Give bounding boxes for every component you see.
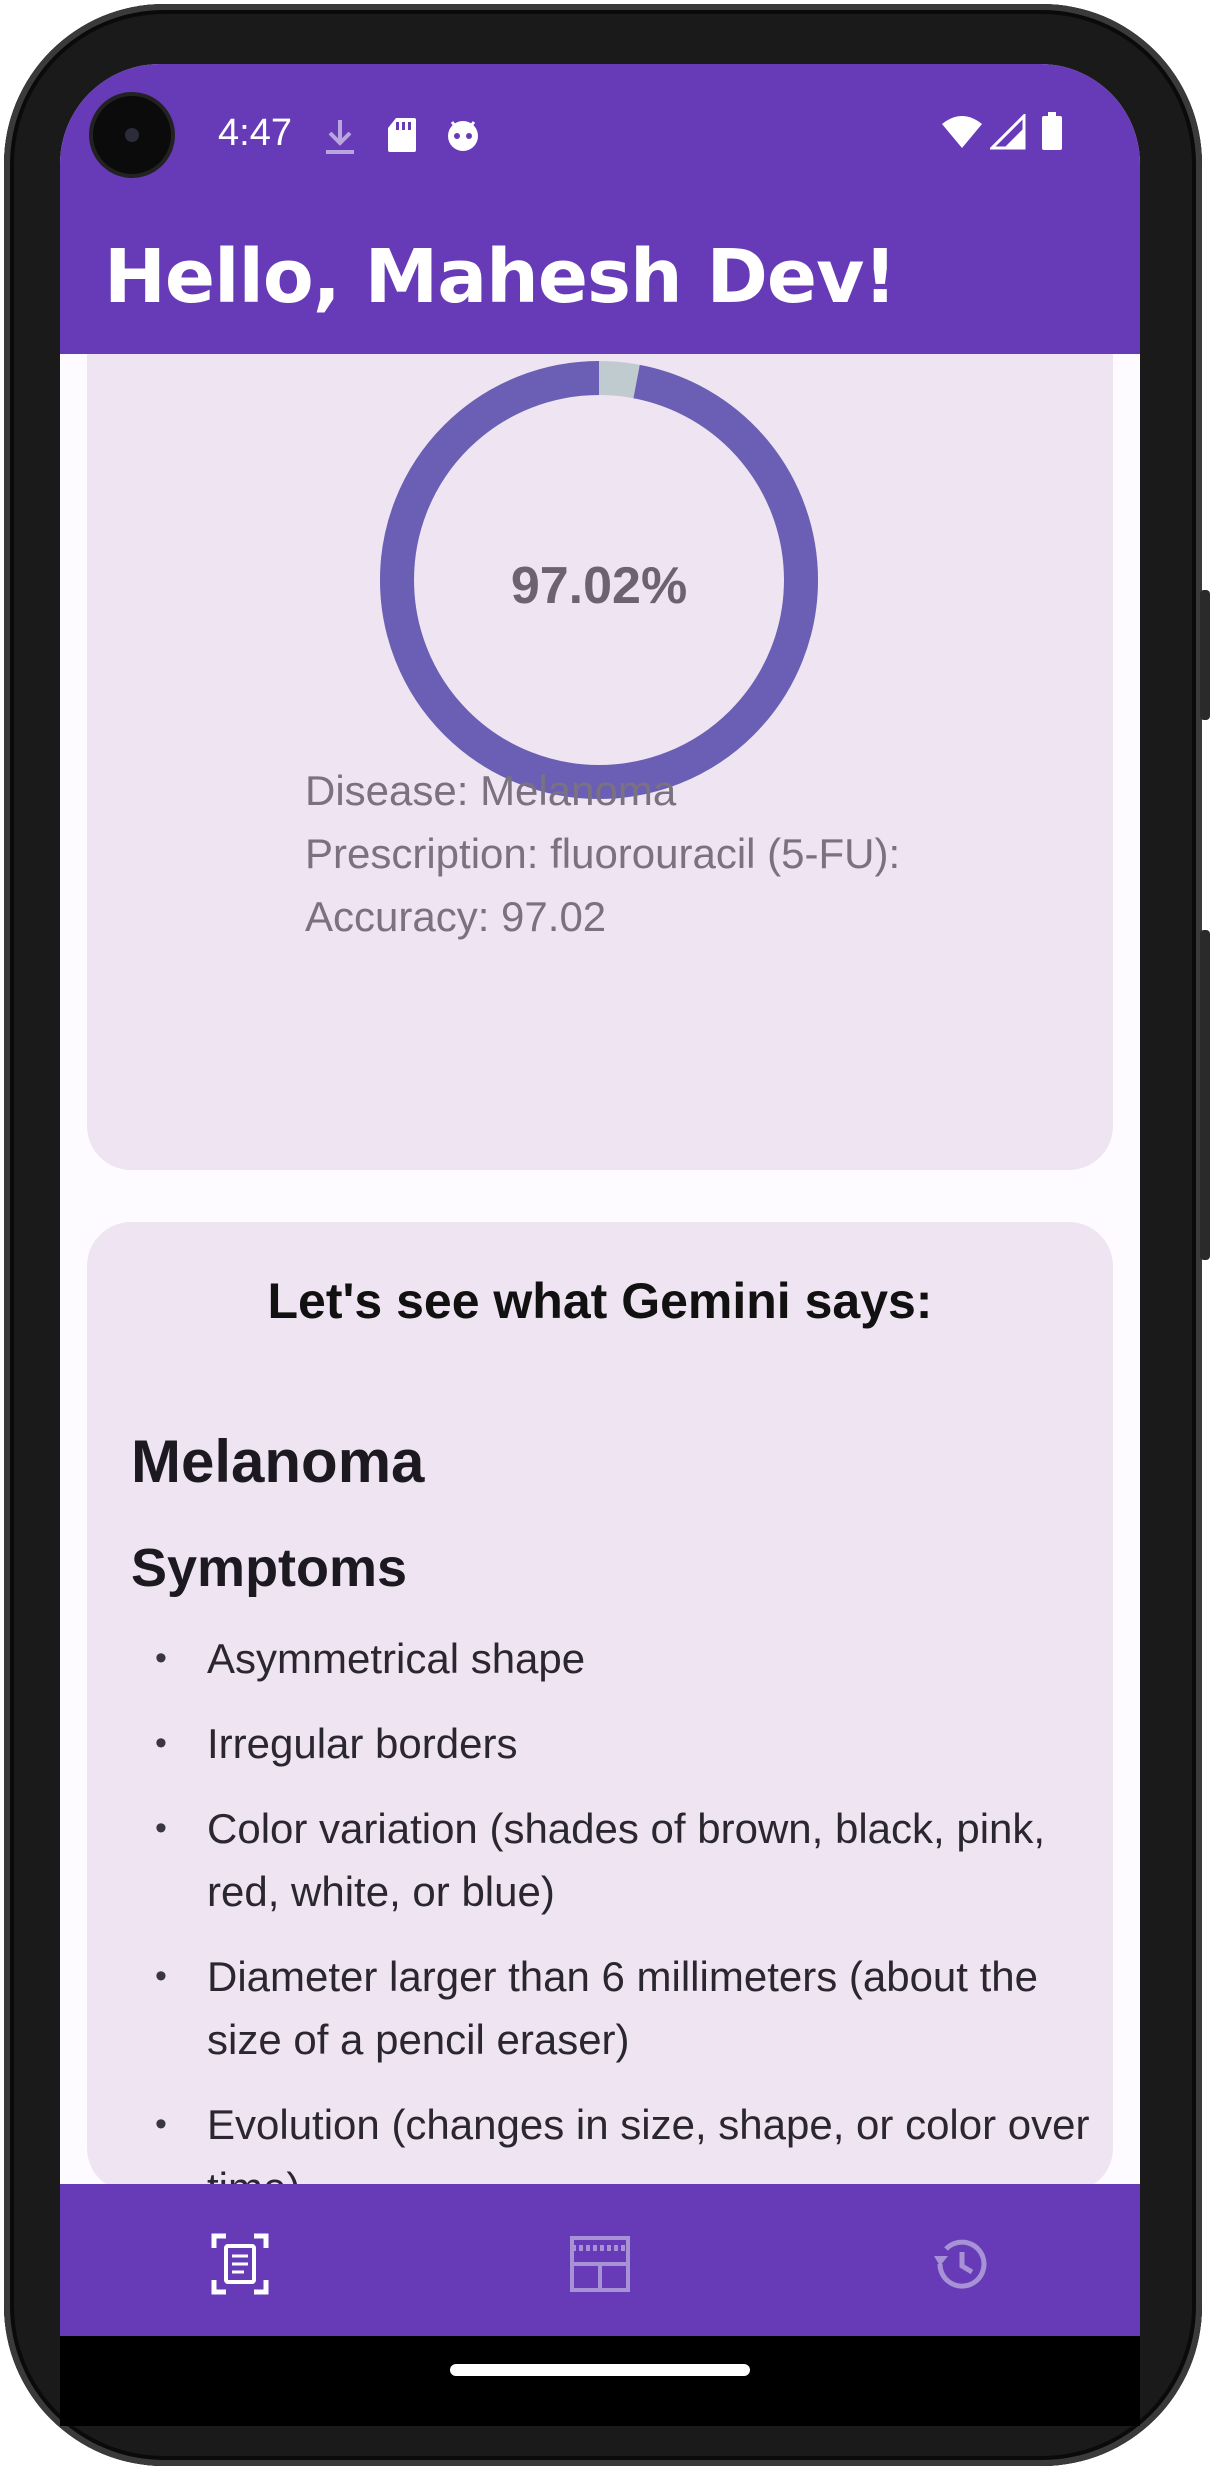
status-bar: 4:47: [60, 64, 1140, 204]
wifi-icon: [942, 116, 982, 148]
volume-button: [1200, 930, 1210, 1260]
app-bar: 4:47 Hello, Mahesh Dev!: [60, 64, 1140, 354]
dashboard-icon: [570, 2236, 630, 2292]
scroll-content[interactable]: 97.02% Disease: Melanoma Prescription: f…: [60, 354, 1140, 2184]
disease-text: Disease: Melanoma: [305, 767, 677, 814]
result-info: Disease: Melanoma Prescription: fluorour…: [305, 759, 900, 948]
ring-percent-label: 97.02%: [510, 557, 688, 615]
power-button: [1200, 590, 1210, 720]
home-indicator[interactable]: [450, 2364, 750, 2376]
front-camera: [93, 96, 171, 174]
bottom-navigation: [60, 2184, 1140, 2344]
symptom-item: Asymmetrical shape: [131, 1627, 1091, 1690]
android-debug-icon: [448, 121, 478, 151]
signal-icon: [990, 114, 1026, 150]
document-scan-icon: [211, 2233, 269, 2295]
symptoms-list: Asymmetrical shape Irregular borders Col…: [131, 1627, 1091, 2184]
symptom-item: Irregular borders: [131, 1712, 1091, 1775]
result-card: 97.02% Disease: Melanoma Prescription: f…: [87, 354, 1113, 1170]
gemini-title: Let's see what Gemini says:: [267, 1273, 933, 1329]
accuracy-text: Accuracy: 97.02: [305, 893, 607, 940]
nav-scan[interactable]: [60, 2184, 420, 2344]
prescription-text: Prescription: fluorouracil (5-FU):: [305, 830, 901, 877]
symptom-item: Evolution (changes in size, shape, or co…: [131, 2093, 1091, 2184]
history-icon: [934, 2239, 987, 2289]
sd-card-icon: [388, 118, 416, 152]
nav-history[interactable]: [780, 2184, 1140, 2344]
gemini-card: Let's see what Gemini says: Melanoma Sym…: [87, 1222, 1113, 2184]
status-time: 4:47: [218, 112, 292, 154]
symptoms-heading: Symptoms: [131, 1538, 408, 1598]
download-icon: [326, 120, 354, 154]
screen: 4:47 Hello, Mahesh Dev! 97.02% Disease: …: [60, 64, 1140, 2344]
bottom-bezel: [60, 2336, 1140, 2426]
app-title: Hello, Mahesh Dev!: [104, 234, 897, 320]
disease-heading: Melanoma: [131, 1428, 425, 1495]
nav-dashboard[interactable]: [420, 2184, 780, 2344]
symptom-item: Diameter larger than 6 millimeters (abou…: [131, 1945, 1091, 2071]
symptom-item: Color variation (shades of brown, black,…: [131, 1797, 1091, 1923]
phone-frame: 4:47 Hello, Mahesh Dev! 97.02% Disease: …: [0, 0, 1211, 2474]
battery-icon: [1042, 112, 1062, 150]
